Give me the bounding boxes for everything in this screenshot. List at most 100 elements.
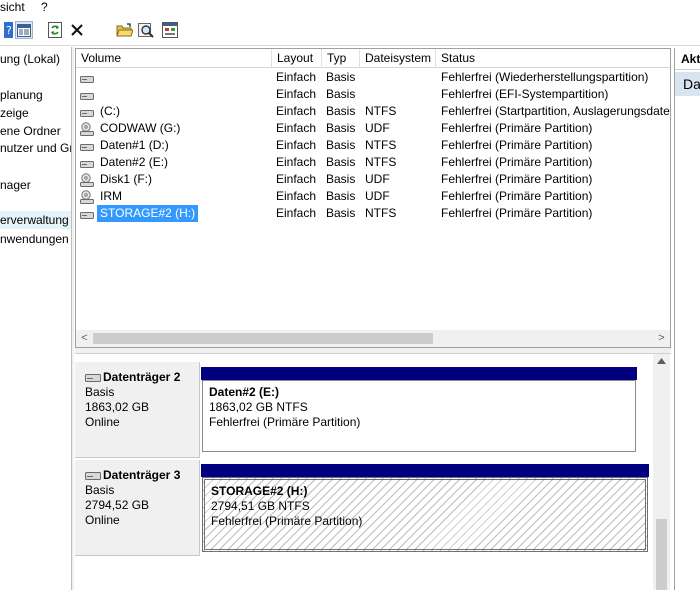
tree-item-device-manager[interactable]: nager [0, 176, 31, 194]
drive-icon [80, 109, 94, 117]
menu-help[interactable]: ? [41, 0, 48, 16]
vol-type-cell: Basis [326, 189, 356, 203]
vol-layout-cell: Einfach [276, 206, 317, 220]
vol-type-cell: Basis [326, 172, 356, 186]
volume-row[interactable]: Einfach Basis Fehlerfrei (Wiederherstellun… [76, 69, 670, 86]
tree-item-local-users-groups[interactable]: nutzer und Gr [0, 139, 71, 157]
vol-name-cell: (C:) [79, 103, 272, 120]
column-header-filesystem[interactable]: Dateisystem [360, 49, 436, 68]
tree-item-shared-folders[interactable]: ene Ordner [0, 122, 61, 140]
disk-icon [85, 471, 101, 480]
column-header-status[interactable]: Status [436, 49, 670, 68]
volume-row[interactable]: CODWAW (G:) Einfach Basis UDF Fehlerfrei (Pr… [76, 120, 670, 137]
horizontal-scrollbar[interactable]: < > [76, 330, 670, 347]
cd-drive-icon [80, 190, 94, 204]
disk-name: Datenträger 2 [103, 370, 181, 384]
drive-icon [80, 143, 94, 151]
tree-item-disk-management-root[interactable]: ung (Lokal) [0, 50, 60, 68]
delete-icon[interactable] [68, 21, 86, 39]
volume-row[interactable]: Daten#2 (E:) Einfach Basis NTFS Fehlerfrei (… [76, 154, 670, 171]
column-header-volume[interactable]: Volume [76, 49, 272, 68]
partition-name: Daten#2 (E:) [209, 385, 280, 399]
volume-list: Volume Layout Typ Dateisystem Status Ein… [75, 48, 671, 348]
cd-drive-icon [80, 122, 94, 136]
vol-filesystem-cell: UDF [365, 189, 390, 203]
disk-row: Datenträger 3 Basis 2794,52 GB Online ST… [75, 460, 650, 556]
vol-layout-cell: Einfach [276, 138, 317, 152]
tree-item-disk-management[interactable]: erverwaltung [0, 211, 71, 229]
volume-name: IRM [100, 189, 122, 203]
properties-icon[interactable] [161, 21, 179, 39]
vertical-scroll-thumb[interactable] [656, 519, 667, 590]
vol-status-cell: Fehlerfrei (Primäre Partition) [441, 155, 593, 169]
horizontal-scroll-thumb[interactable] [93, 333, 433, 344]
volume-name: STORAGE#2 (H:) [97, 205, 199, 222]
partition-color-bar [201, 367, 637, 380]
menu-view[interactable]: sicht [0, 0, 25, 16]
volume-row[interactable]: IRM Einfach Basis UDF Fehlerfrei (Primäre Pa… [76, 188, 670, 205]
tree-splitter[interactable] [71, 47, 74, 590]
show-hide-pane-icon[interactable] [15, 21, 33, 39]
vertical-scrollbar[interactable] [653, 354, 670, 590]
vol-filesystem-cell [365, 69, 435, 86]
vol-layout-cell: Einfach [276, 70, 317, 84]
drive-icon [80, 75, 94, 83]
open-folder-icon[interactable] [115, 21, 133, 39]
volume-row[interactable]: Daten#1 (D:) Einfach Basis NTFS Fehlerfrei (… [76, 137, 670, 154]
vol-layout-cell: Einfach [276, 87, 317, 101]
partition-detail: 2794,51 GB NTFS [211, 499, 310, 513]
vol-filesystem-cell: NTFS [365, 155, 397, 169]
volume-row[interactable]: Disk1 (F:) Einfach Basis UDF Fehlerfrei (Pri… [76, 171, 670, 188]
vol-layout-cell: Einfach [276, 155, 317, 169]
scroll-left-arrow[interactable]: < [76, 330, 93, 347]
vol-type-cell: Basis [326, 104, 356, 118]
vol-filesystem-cell: NTFS [365, 138, 397, 152]
vol-filesystem-cell [365, 86, 435, 103]
volume-row[interactable]: STORAGE#2 (H:) Einfach Basis NTFS Fehlerfrei… [76, 205, 670, 222]
search-icon[interactable] [137, 21, 155, 39]
volume-row[interactable]: (C:) Einfach Basis NTFS Fehlerfrei (Startpar… [76, 103, 670, 120]
disk-icon [85, 373, 101, 382]
action-pane-header: Akti [675, 48, 700, 70]
partition-detail: 1863,02 GB NTFS [209, 400, 308, 414]
disk-row: Datenträger 2 Basis 1863,02 GB Online Da… [75, 362, 640, 458]
vol-type-cell: Basis [326, 87, 356, 101]
vol-name-cell: Disk1 (F:) [79, 171, 272, 188]
column-header-layout[interactable]: Layout [272, 49, 322, 68]
vol-status-cell: Fehlerfrei (EFI-Systempartition) [441, 87, 609, 101]
vol-name-cell: IRM [79, 188, 272, 205]
vol-name-cell [79, 69, 272, 86]
navigation-tree: ung (Lokal) planung zeige ene Ordner nut… [0, 47, 71, 590]
column-header-type[interactable]: Typ [322, 49, 360, 68]
tree-item-services-applications[interactable]: nwendungen [0, 230, 69, 248]
vol-status-cell: Fehlerfrei (Primäre Partition) [441, 189, 593, 203]
vol-name-cell: Daten#2 (E:) [79, 154, 272, 171]
vol-status-cell: Fehlerfrei (Primäre Partition) [441, 138, 593, 152]
vol-status-cell: Fehlerfrei (Wiederherstellungspartition) [441, 70, 649, 84]
disk-label[interactable]: Datenträger 3 Basis 2794,52 GB Online [75, 460, 200, 556]
scroll-up-arrow[interactable] [653, 356, 670, 367]
toolbar: ? [0, 16, 700, 46]
partition-block-selected[interactable]: STORAGE#2 (H:) 2794,51 GB NTFS Fehlerfre… [201, 464, 649, 552]
disk-label[interactable]: Datenträger 2 Basis 1863,02 GB Online [75, 362, 200, 458]
vol-type-cell: Basis [326, 138, 356, 152]
vol-filesystem-cell: NTFS [365, 104, 397, 118]
disk-type: Basis [85, 483, 115, 497]
menu-bar: sicht ? [0, 0, 700, 16]
disk-graphical-view: Datenträger 2 Basis 1863,02 GB Online Da… [75, 354, 672, 590]
refresh-icon[interactable] [46, 21, 64, 39]
scroll-right-arrow[interactable]: > [653, 330, 670, 347]
action-item-disk-management[interactable]: Da [675, 72, 700, 96]
vol-status-cell: Fehlerfrei (Primäre Partition) [441, 206, 593, 220]
partition-info: STORAGE#2 (H:) 2794,51 GB NTFS Fehlerfre… [202, 477, 648, 552]
partition-name: STORAGE#2 (H:) [211, 484, 308, 498]
partition-block[interactable]: Daten#2 (E:) 1863,02 GB NTFS Fehlerfrei … [201, 367, 637, 452]
vol-filesystem-cell: UDF [365, 121, 390, 135]
tree-item-task-scheduler[interactable]: planung [0, 86, 43, 104]
volume-row[interactable]: Einfach Basis Fehlerfrei (EFI-Systempartit… [76, 86, 670, 103]
tree-item-event-viewer[interactable]: zeige [0, 104, 29, 122]
partition-color-bar [201, 464, 649, 477]
vol-name-cell: Daten#1 (D:) [79, 137, 272, 154]
vol-layout-cell: Einfach [276, 104, 317, 118]
disk-size: 1863,02 GB [85, 400, 150, 414]
